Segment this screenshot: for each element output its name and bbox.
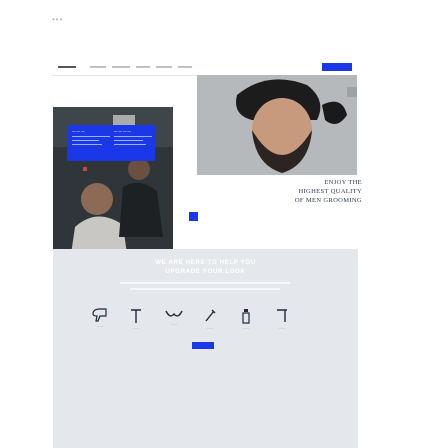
bottle-icon [242,309,250,324]
accent-square [189,212,198,221]
nav-link-2[interactable] [112,66,130,68]
scissors-icon [277,309,287,322]
nav-link-1[interactable] [90,66,106,68]
nav-link-3[interactable] [136,66,150,68]
razor-icon [205,309,216,322]
service-item[interactable]: — — [266,308,298,330]
info-box: — — — — — — — [67,125,155,161]
services-title-line-1: WE ARE HERE TO HELP YOU [155,259,256,266]
nav-link-5[interactable] [178,66,192,68]
service-label: — — [96,324,104,328]
service-label: — — [278,326,286,330]
info-row [114,140,143,141]
nav-link-4[interactable] [156,66,172,68]
service-item[interactable]: — — [120,308,152,330]
barber-photo-right [197,75,357,175]
logo[interactable] [58,66,76,68]
info-row [114,144,147,145]
services-subtext [120,282,290,284]
info-heading-right: — — — — [114,129,131,133]
services-title: WE ARE HERE TO HELP YOU UPGRADE YOUR LOO… [53,258,358,276]
tagline-line-1: ENJOY THE [324,179,362,186]
service-label: — — [242,326,250,330]
service-item[interactable]: — — [194,308,226,330]
service-item[interactable]: — — [158,308,190,326]
info-column-right: — — — — [114,129,152,148]
info-column-left: — — — [72,129,110,148]
info-row [114,136,152,137]
menu-dots-icon[interactable]: ••• [52,16,64,24]
hero-tagline: ENJOY THE HIGHEST QUALITY OF MEN GROOMIN… [232,178,362,205]
service-label: — — [170,322,178,326]
mustache-icon [165,310,183,317]
services-title-line-2: UPGRADE YOUR LOOK [165,268,246,275]
hair-dryer-icon [92,308,107,322]
tagline-line-2: HIGHEST QUALITY [298,188,362,195]
tagline-line-3: OF MEN GROOMING [294,197,362,204]
service-item[interactable]: — — [84,308,116,328]
info-row [72,136,110,137]
comb-icon [131,309,141,323]
services-button[interactable] [192,342,214,349]
nav-cta-button[interactable] [322,63,352,71]
info-row [72,144,103,145]
service-item[interactable]: — — [230,308,262,330]
info-row [72,140,99,141]
service-label: — — [132,326,140,330]
barber-photo-right-art [197,75,357,175]
info-heading-left: — — — [72,129,85,133]
service-label: — — [206,326,214,330]
services-subtext [130,288,280,290]
